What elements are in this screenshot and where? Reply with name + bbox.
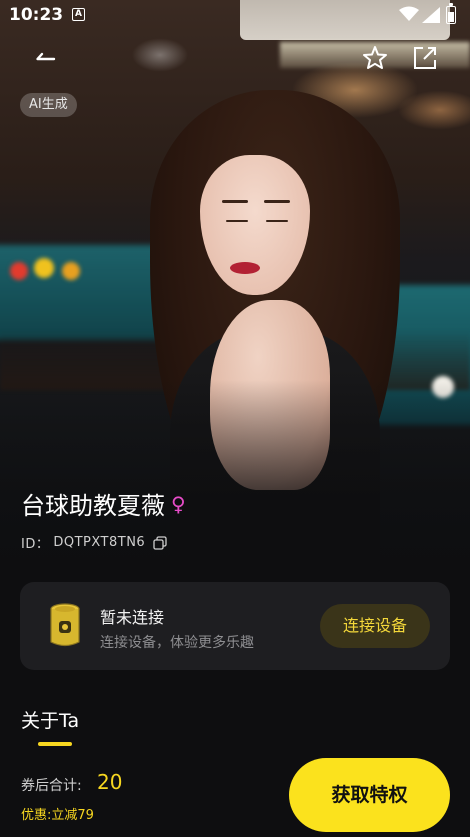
discount-text: 优惠:立减79 xyxy=(21,808,94,823)
background-ball xyxy=(34,258,54,278)
device-speaker-icon xyxy=(50,603,80,647)
hero-fade xyxy=(0,380,470,585)
figure-eye xyxy=(266,220,288,222)
tab-active-indicator xyxy=(38,742,72,746)
profile-name: 台球助教夏薇 xyxy=(21,492,165,520)
price-label: 券后合计: xyxy=(21,778,82,794)
favorite-button[interactable] xyxy=(360,43,390,73)
id-label: ID： xyxy=(21,537,50,552)
back-button[interactable] xyxy=(28,42,62,76)
profile-id-row[interactable]: ID： DQTPXT8TN6 xyxy=(21,533,167,552)
status-app-icon: A xyxy=(72,8,85,21)
connect-device-button[interactable]: 连接设备 xyxy=(320,604,430,648)
background-ball xyxy=(10,262,28,280)
device-card: 暂未连接 连接设备，体验更多乐趣 连接设备 xyxy=(20,582,450,670)
arrow-left-icon xyxy=(36,52,56,61)
copy-icon[interactable] xyxy=(153,535,167,550)
figure-brow xyxy=(222,200,248,203)
background-ball xyxy=(62,262,80,280)
signal-icon xyxy=(422,7,440,23)
status-bar: 10:23 A xyxy=(0,0,470,30)
figure-eye xyxy=(226,220,248,222)
female-icon: ♀ xyxy=(171,491,186,516)
device-status-subtitle: 连接设备，体验更多乐趣 xyxy=(100,635,254,651)
profile-name-row: 台球助教夏薇 ♀ xyxy=(21,486,186,521)
price-value: 20 xyxy=(97,770,123,794)
ai-generated-badge: AI生成 xyxy=(20,93,77,117)
battery-icon xyxy=(446,3,456,24)
share-button[interactable] xyxy=(410,43,440,73)
id-value: DQTPXT8TN6 xyxy=(53,535,146,550)
figure-lips xyxy=(230,262,260,274)
share-icon xyxy=(414,47,436,69)
tab-about[interactable]: 关于Ta xyxy=(21,706,79,733)
get-privilege-button[interactable]: 获取特权 xyxy=(289,758,450,832)
figure-brow xyxy=(264,200,290,203)
star-outline-icon xyxy=(363,46,387,69)
wifi-icon xyxy=(399,6,419,21)
status-time: 10:23 xyxy=(9,5,64,25)
device-status-title: 暂未连接 xyxy=(100,608,165,627)
